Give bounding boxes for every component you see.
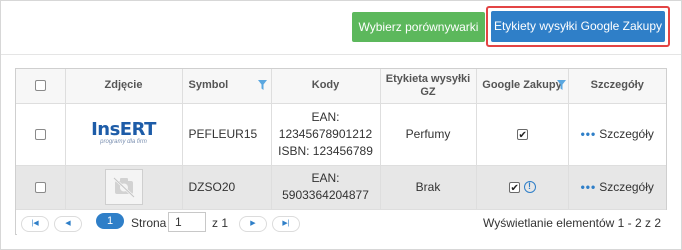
google-shopping-checkbox[interactable] xyxy=(508,180,520,197)
more-dots-icon: ••• xyxy=(580,179,597,194)
page-count-label: z 1 xyxy=(212,216,229,230)
code-line: 5903364204877 xyxy=(282,188,369,202)
table-row[interactable]: InsERT programy dla firm PEFLEUR15 EAN: … xyxy=(16,103,666,166)
pager-status: Wyświetlanie elementów 1 - 2 z 2 xyxy=(483,216,661,230)
header-codes-label: Kody xyxy=(311,79,340,92)
select-comparators-button[interactable]: Wybierz porównywarki xyxy=(352,12,485,42)
row-checkbox[interactable] xyxy=(34,181,46,193)
last-page-button[interactable]: ▶| xyxy=(272,216,300,232)
warning-icon[interactable]: ! xyxy=(523,181,536,194)
header-google-shopping-label: Google Zakupy xyxy=(482,79,562,92)
code-line: EAN: xyxy=(311,171,340,185)
codes-cell: EAN: 5903364204877 xyxy=(271,165,381,210)
details-link[interactable]: Szczegóły xyxy=(599,180,654,194)
insert-logo: InsERT programy dla firm xyxy=(91,118,156,146)
code-line: EAN: xyxy=(311,109,340,124)
select-all-checkbox[interactable] xyxy=(34,79,46,91)
prev-page-button[interactable]: ◀ xyxy=(54,216,82,232)
symbol-cell: DZSO20 xyxy=(182,165,272,210)
select-all-cell xyxy=(16,69,66,104)
products-grid: Zdjęcie Symbol Kody Etykieta wysyłki GZ … xyxy=(15,68,667,235)
more-dots-icon: ••• xyxy=(580,126,597,141)
header-shipping-label-line2: GZ xyxy=(420,85,436,98)
highlight-outline: Etykiety wysyłki Google Zakupy xyxy=(486,6,670,47)
header-google-shopping[interactable]: Google Zakupy xyxy=(476,69,569,104)
row-select-cell xyxy=(16,103,66,166)
details-cell[interactable]: ••• Szczegóły xyxy=(568,103,666,166)
filter-icon[interactable] xyxy=(257,80,267,90)
header-symbol[interactable]: Symbol xyxy=(182,69,272,104)
code-line: ISBN: 123456789 xyxy=(278,143,373,158)
page-label: Strona xyxy=(131,216,167,230)
google-shopping-checkbox[interactable] xyxy=(516,127,528,144)
details-link[interactable]: Szczegóły xyxy=(599,127,654,141)
table-header-row: Zdjęcie Symbol Kody Etykieta wysyłki GZ … xyxy=(16,69,666,104)
header-photo[interactable]: Zdjęcie xyxy=(65,69,183,104)
page-number-input[interactable]: 1 xyxy=(168,212,206,232)
insert-logo-tagline: programy dla firm xyxy=(100,138,147,145)
next-page-button[interactable]: ▶ xyxy=(239,216,267,232)
row-select-cell xyxy=(16,165,66,210)
symbol-cell: PEFLEUR15 xyxy=(182,103,272,166)
header-shipping-label[interactable]: Etykieta wysyłki GZ xyxy=(380,69,477,104)
code-line: 12345678901212 xyxy=(278,126,373,141)
first-page-button[interactable]: |◀ xyxy=(21,216,49,232)
photo-cell xyxy=(65,165,183,210)
google-shipping-labels-button[interactable]: Etykiety wysyłki Google Zakupy xyxy=(491,11,665,42)
table-row[interactable]: DZSO20 EAN: 5903364204877 Brak ! •••Szcz… xyxy=(16,165,666,210)
header-photo-label: Zdjęcie xyxy=(104,79,143,92)
pager: |◀ ◀ 1 Strona 1 z 1 ▶ ▶| Wyświetlanie el… xyxy=(17,210,667,235)
details-cell[interactable]: ••• Szczegóły xyxy=(568,165,666,210)
shipping-label-cell: Brak xyxy=(380,165,477,210)
header-symbol-label: Symbol xyxy=(188,79,229,92)
header-details-label: Szczegóły xyxy=(590,79,644,92)
google-shopping-cell xyxy=(476,103,569,166)
photo-cell: InsERT programy dla firm xyxy=(65,103,183,166)
filter-icon[interactable] xyxy=(556,80,566,90)
insert-logo-text: InsERT xyxy=(91,118,156,140)
toolbar-divider xyxy=(1,54,681,55)
shipping-label-cell: Perfumy xyxy=(380,103,477,166)
codes-cell: EAN: 12345678901212 ISBN: 123456789 xyxy=(271,103,381,166)
header-shipping-label-line1: Etykieta wysyłki xyxy=(385,72,471,85)
row-checkbox[interactable] xyxy=(34,128,46,140)
google-shopping-cell: ! xyxy=(476,165,569,210)
toolbar: Wybierz porównywarki Etykiety wysyłki Go… xyxy=(0,0,682,50)
current-page-button[interactable]: 1 xyxy=(96,213,124,229)
header-codes[interactable]: Kody xyxy=(271,69,381,104)
products-table: Zdjęcie Symbol Kody Etykieta wysyłki GZ … xyxy=(16,69,666,210)
no-photo-icon xyxy=(104,169,143,205)
header-details[interactable]: Szczegóły xyxy=(568,69,666,104)
